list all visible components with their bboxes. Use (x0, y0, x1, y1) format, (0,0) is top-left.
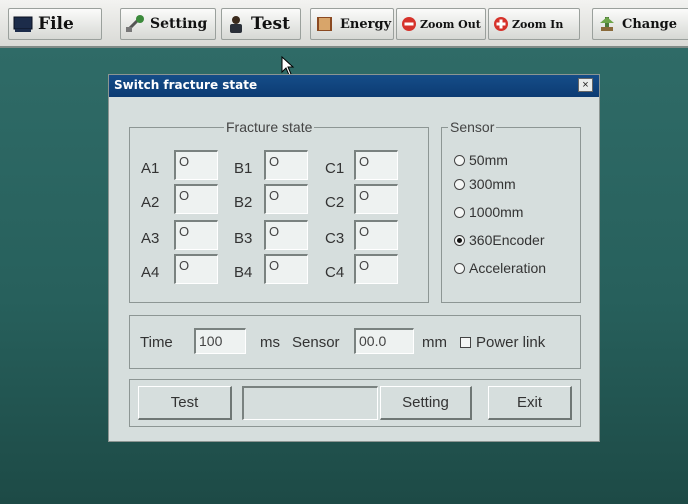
field-a2[interactable]: O (174, 184, 218, 214)
sensor-option-50mm[interactable]: 50mm (454, 152, 508, 168)
time-unit: ms (260, 334, 280, 351)
test-button[interactable]: Test (221, 8, 301, 40)
zoom-out-icon (402, 17, 416, 31)
sensor-value-input[interactable]: 00.0 (354, 328, 414, 354)
label-a2: A2 (141, 194, 160, 211)
setting-label: Setting (150, 16, 208, 32)
field-a3[interactable]: O (174, 220, 218, 250)
toolbar: File Setting Test Energy Zoom Out Zoom I… (0, 0, 688, 48)
field-b1[interactable]: O (264, 150, 308, 180)
label-a3: A3 (141, 230, 160, 247)
change-label: Change (622, 16, 678, 32)
zoom-in-icon (494, 17, 508, 31)
zoom-out-button[interactable]: Zoom Out (396, 8, 486, 40)
radio-acceleration[interactable] (454, 262, 465, 274)
dialog-titlebar[interactable]: Switch fracture state × (109, 75, 599, 97)
dialog-title: Switch fracture state (114, 78, 258, 92)
sensor-value-label: Sensor (292, 334, 340, 351)
user-icon (230, 16, 242, 33)
label-b4: B4 (234, 264, 253, 281)
label-a1: A1 (141, 160, 160, 177)
field-c2[interactable]: O (354, 184, 398, 214)
sensor-option-label: 50mm (469, 152, 508, 168)
fracture-state-group: Fracture state A1 O B1 O C1 O A2 O B2 O … (129, 119, 429, 303)
zoom-out-label: Zoom Out (420, 17, 481, 31)
label-a4: A4 (141, 264, 160, 281)
test-action-button[interactable]: Test (138, 386, 232, 420)
label-b2: B2 (234, 194, 253, 211)
label-b3: B3 (234, 230, 253, 247)
wrench-icon (125, 15, 144, 33)
button-group: Test Setting Exit (129, 379, 581, 427)
parameters-group: Time 100 ms Sensor 00.0 mm Power link (129, 315, 581, 369)
sensor-option-label: Acceleration (469, 260, 547, 276)
radio-360encoder[interactable] (454, 234, 465, 246)
radio-50mm[interactable] (454, 154, 465, 166)
change-icon (600, 17, 614, 31)
sensor-unit: mm (422, 334, 447, 351)
label-c2: C2 (325, 194, 345, 211)
sensor-option-label: 1000mm (469, 204, 524, 220)
field-c1[interactable]: O (354, 150, 398, 180)
file-menu-label: File (38, 14, 74, 34)
sensor-option-label: 360Encoder (469, 232, 545, 248)
monitor-icon (13, 16, 33, 32)
sensor-group: Sensor 50mm 300mm 1000mm 360Encoder Acce… (441, 119, 581, 303)
switch-fracture-state-dialog: Switch fracture state × Fracture state A… (108, 74, 600, 442)
time-input[interactable]: 100 (194, 328, 246, 354)
setting-action-button[interactable]: Setting (380, 386, 472, 420)
radio-300mm[interactable] (454, 178, 465, 190)
label-b1: B1 (234, 160, 253, 177)
mouse-cursor-icon (281, 56, 295, 76)
file-menu-button[interactable]: File (8, 8, 102, 40)
time-label: Time (140, 334, 173, 351)
radio-1000mm[interactable] (454, 206, 465, 218)
power-link-label[interactable]: Power link (476, 334, 545, 351)
fracture-state-legend: Fracture state (224, 119, 315, 135)
field-c3[interactable]: O (354, 220, 398, 250)
sensor-option-1000mm[interactable]: 1000mm (454, 204, 523, 220)
field-b2[interactable]: O (264, 184, 308, 214)
label-c3: C3 (325, 230, 345, 247)
progress-bar (242, 386, 378, 420)
field-b3[interactable]: O (264, 220, 308, 250)
sensor-option-acceleration[interactable]: Acceleration (454, 260, 546, 276)
zoom-in-label: Zoom In (512, 17, 564, 31)
energy-button[interactable]: Energy (310, 8, 394, 40)
sensor-legend: Sensor (448, 119, 497, 135)
label-c4: C4 (325, 264, 345, 281)
sensor-option-360encoder[interactable]: 360Encoder (454, 232, 545, 248)
close-button[interactable]: × (578, 78, 593, 92)
field-a4[interactable]: O (174, 254, 218, 284)
zoom-in-button[interactable]: Zoom In (488, 8, 580, 40)
setting-button[interactable]: Setting (120, 8, 216, 40)
sensor-option-label: 300mm (469, 176, 516, 192)
sensor-option-300mm[interactable]: 300mm (454, 176, 516, 192)
field-c4[interactable]: O (354, 254, 398, 284)
label-c1: C1 (325, 160, 345, 177)
test-label: Test (251, 14, 290, 34)
energy-label: Energy (340, 16, 392, 32)
exit-button[interactable]: Exit (488, 386, 572, 420)
field-a1[interactable]: O (174, 150, 218, 180)
field-b4[interactable]: O (264, 254, 308, 284)
change-button[interactable]: Change (592, 8, 688, 40)
book-icon (317, 17, 332, 31)
power-link-checkbox[interactable] (460, 337, 471, 348)
